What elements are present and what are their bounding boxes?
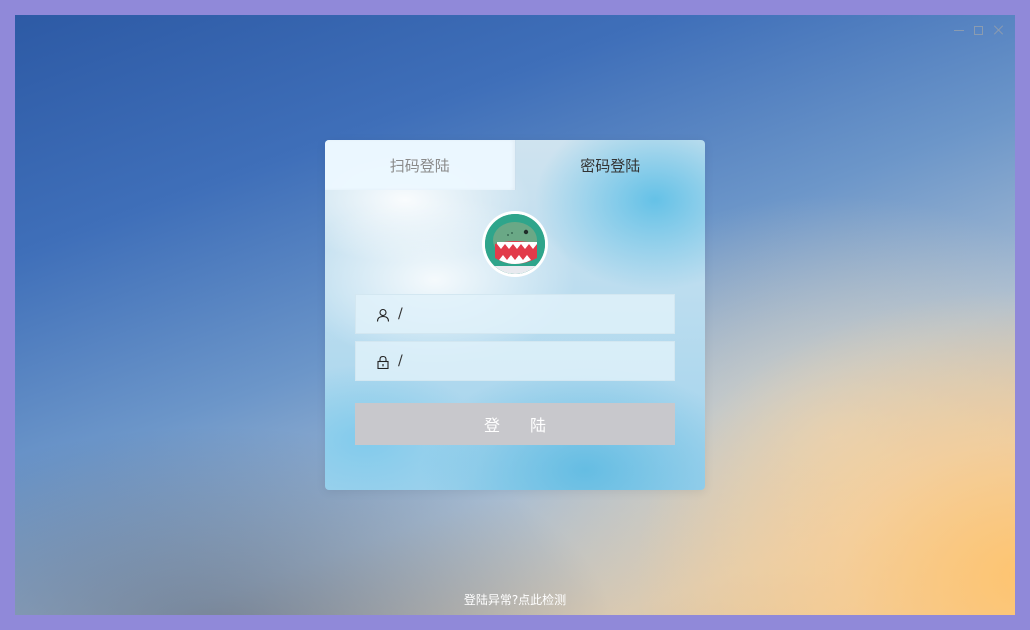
username-field[interactable]: / xyxy=(355,294,675,334)
lock-icon xyxy=(376,354,390,370)
username-input[interactable] xyxy=(402,294,674,334)
password-field[interactable]: / xyxy=(355,341,675,381)
maximize-icon[interactable] xyxy=(974,25,983,35)
close-icon[interactable] xyxy=(993,25,1003,35)
tab-password-login[interactable]: 密码登陆 xyxy=(516,140,706,190)
minimize-icon[interactable] xyxy=(954,25,964,35)
login-card: 扫码登陆 密码登陆 / / 登陆 xyxy=(325,140,705,490)
dinosaur-avatar-icon xyxy=(485,214,545,274)
tab-qr-login[interactable]: 扫码登陆 xyxy=(325,140,516,190)
login-issue-link[interactable]: 登陆异常?点此检测 xyxy=(15,591,1015,608)
user-icon xyxy=(376,307,390,322)
login-button[interactable]: 登陆 xyxy=(355,403,675,445)
avatar xyxy=(482,211,548,277)
password-input[interactable] xyxy=(402,341,674,381)
login-tabs: 扫码登陆 密码登陆 xyxy=(325,140,705,190)
window-controls xyxy=(954,25,1003,35)
app-window: 扫码登陆 密码登陆 / / 登陆 登陆异常?点此检测 xyxy=(15,15,1015,615)
